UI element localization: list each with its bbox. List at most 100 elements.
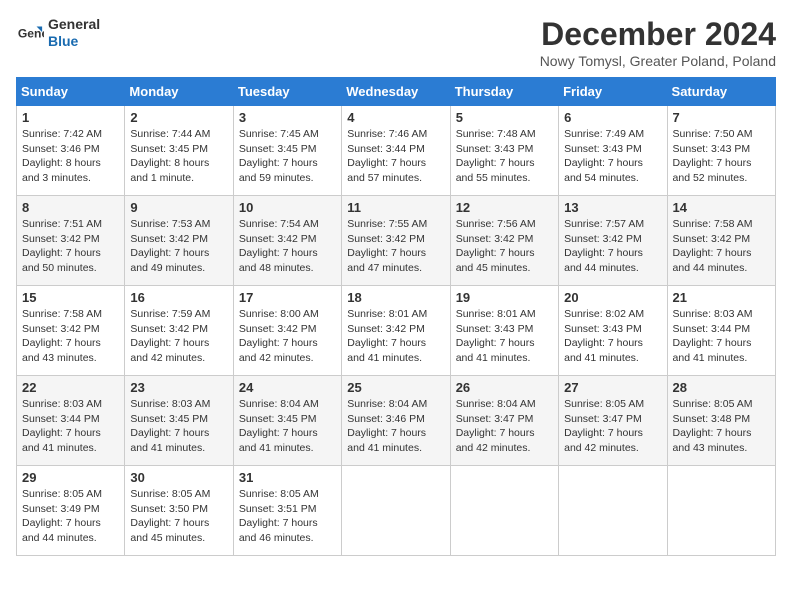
- day-info: Sunrise: 7:58 AMSunset: 3:42 PMDaylight:…: [673, 217, 770, 276]
- day-number: 24: [239, 380, 336, 395]
- calendar-cell: 18 Sunrise: 8:01 AMSunset: 3:42 PMDayligh…: [342, 286, 450, 376]
- day-number: 2: [130, 110, 227, 125]
- day-info: Sunrise: 7:56 AMSunset: 3:42 PMDaylight:…: [456, 217, 553, 276]
- calendar-cell: 8Sunrise: 7:51 AMSunset: 3:42 PMDaylight…: [17, 196, 125, 286]
- calendar-cell: 28Sunrise: 8:05 AMSunset: 3:48 PMDayligh…: [667, 376, 775, 466]
- day-number: 1: [22, 110, 119, 125]
- calendar-cell: 15Sunrise: 7:58 AMSunset: 3:42 PMDayligh…: [17, 286, 125, 376]
- page-header: General General Blue December 2024 Nowy …: [16, 16, 776, 69]
- day-info: Sunrise: 8:05 AMSunset: 3:50 PMDaylight:…: [130, 487, 227, 546]
- calendar-cell: 25 Sunrise: 8:04 AMSunset: 3:46 PMDayligh…: [342, 376, 450, 466]
- day-info: Sunrise: 8:05 AMSunset: 3:47 PMDaylight:…: [564, 397, 661, 456]
- day-number: 25: [347, 380, 444, 395]
- day-info: Sunrise: 7:49 AMSunset: 3:43 PMDaylight:…: [564, 127, 661, 186]
- calendar-cell: 21Sunrise: 8:03 AMSunset: 3:44 PMDayligh…: [667, 286, 775, 376]
- calendar-week-3: 15Sunrise: 7:58 AMSunset: 3:42 PMDayligh…: [17, 286, 776, 376]
- day-info: Sunrise: 7:50 AMSunset: 3:43 PMDaylight:…: [673, 127, 770, 186]
- day-info: Sunrise: 7:51 AMSunset: 3:42 PMDaylight:…: [22, 217, 119, 276]
- day-info: Sunrise: 8:03 AMSunset: 3:45 PMDaylight:…: [130, 397, 227, 456]
- calendar-cell: 1 Sunrise: 7:42 AMSunset: 3:46 PMDaylight…: [17, 106, 125, 196]
- calendar-header: SundayMondayTuesdayWednesdayThursdayFrid…: [17, 78, 776, 106]
- calendar-week-2: 8Sunrise: 7:51 AMSunset: 3:42 PMDaylight…: [17, 196, 776, 286]
- calendar-cell: [667, 466, 775, 556]
- calendar-cell: 17 Sunrise: 8:00 AMSunset: 3:42 PMDayligh…: [233, 286, 341, 376]
- calendar-cell: 26Sunrise: 8:04 AMSunset: 3:47 PMDayligh…: [450, 376, 558, 466]
- day-info: Sunrise: 7:58 AMSunset: 3:42 PMDaylight:…: [22, 307, 119, 366]
- day-info: Sunrise: 7:55 AMSunset: 3:42 PMDaylight:…: [347, 217, 444, 276]
- logo-text: General Blue: [48, 16, 100, 50]
- day-info: Sunrise: 8:01 AMSunset: 3:43 PMDaylight:…: [456, 307, 553, 366]
- day-info: Sunrise: 8:03 AMSunset: 3:44 PMDaylight:…: [22, 397, 119, 456]
- calendar-cell: 7 Sunrise: 7:50 AMSunset: 3:43 PMDaylight…: [667, 106, 775, 196]
- calendar-cell: 2Sunrise: 7:44 AMSunset: 3:45 PMDaylight…: [125, 106, 233, 196]
- day-number: 9: [130, 200, 227, 215]
- calendar-cell: 5Sunrise: 7:48 AMSunset: 3:43 PMDaylight…: [450, 106, 558, 196]
- day-number: 28: [673, 380, 770, 395]
- day-number: 11: [347, 200, 444, 215]
- calendar-cell: [559, 466, 667, 556]
- day-info: Sunrise: 8:05 AMSunset: 3:49 PMDaylight:…: [22, 487, 119, 546]
- calendar-cell: 3Sunrise: 7:45 AMSunset: 3:45 PMDaylight…: [233, 106, 341, 196]
- calendar-cell: 14 Sunrise: 7:58 AMSunset: 3:42 PMDayligh…: [667, 196, 775, 286]
- day-info: Sunrise: 8:01 AMSunset: 3:42 PMDaylight:…: [347, 307, 444, 366]
- title-block: December 2024 Nowy Tomysl, Greater Polan…: [540, 16, 776, 69]
- calendar-cell: 10 Sunrise: 7:54 AMSunset: 3:42 PMDayligh…: [233, 196, 341, 286]
- weekday-header-saturday: Saturday: [667, 78, 775, 106]
- day-number: 22: [22, 380, 119, 395]
- day-number: 7: [673, 110, 770, 125]
- calendar-cell: 23 Sunrise: 8:03 AMSunset: 3:45 PMDayligh…: [125, 376, 233, 466]
- day-number: 26: [456, 380, 553, 395]
- weekday-header-wednesday: Wednesday: [342, 78, 450, 106]
- day-number: 10: [239, 200, 336, 215]
- day-number: 18: [347, 290, 444, 305]
- day-info: Sunrise: 8:04 AMSunset: 3:45 PMDaylight:…: [239, 397, 336, 456]
- day-number: 14: [673, 200, 770, 215]
- calendar-cell: 27 Sunrise: 8:05 AMSunset: 3:47 PMDayligh…: [559, 376, 667, 466]
- calendar-week-5: 29 Sunrise: 8:05 AMSunset: 3:49 PMDayligh…: [17, 466, 776, 556]
- logo-line2: Blue: [48, 33, 100, 50]
- weekday-header-monday: Monday: [125, 78, 233, 106]
- day-number: 23: [130, 380, 227, 395]
- day-info: Sunrise: 7:45 AMSunset: 3:45 PMDaylight:…: [239, 127, 336, 186]
- weekday-header-tuesday: Tuesday: [233, 78, 341, 106]
- day-info: Sunrise: 7:57 AMSunset: 3:42 PMDaylight:…: [564, 217, 661, 276]
- calendar-cell: 6Sunrise: 7:49 AMSunset: 3:43 PMDaylight…: [559, 106, 667, 196]
- day-info: Sunrise: 7:54 AMSunset: 3:42 PMDaylight:…: [239, 217, 336, 276]
- logo: General General Blue: [16, 16, 100, 50]
- day-number: 4: [347, 110, 444, 125]
- day-number: 12: [456, 200, 553, 215]
- day-info: Sunrise: 7:42 AMSunset: 3:46 PMDaylight:…: [22, 127, 119, 186]
- calendar-cell: 12 Sunrise: 7:56 AMSunset: 3:42 PMDayligh…: [450, 196, 558, 286]
- day-number: 17: [239, 290, 336, 305]
- weekday-header-friday: Friday: [559, 78, 667, 106]
- calendar-cell: 13 Sunrise: 7:57 AMSunset: 3:42 PMDayligh…: [559, 196, 667, 286]
- calendar-week-4: 22 Sunrise: 8:03 AMSunset: 3:44 PMDayligh…: [17, 376, 776, 466]
- day-info: Sunrise: 7:53 AMSunset: 3:42 PMDaylight:…: [130, 217, 227, 276]
- day-info: Sunrise: 8:04 AMSunset: 3:46 PMDaylight:…: [347, 397, 444, 456]
- day-number: 29: [22, 470, 119, 485]
- logo-line1: General: [48, 16, 100, 33]
- day-number: 19: [456, 290, 553, 305]
- logo-icon: General: [16, 19, 44, 47]
- calendar-cell: [450, 466, 558, 556]
- calendar-cell: 22 Sunrise: 8:03 AMSunset: 3:44 PMDayligh…: [17, 376, 125, 466]
- day-info: Sunrise: 8:02 AMSunset: 3:43 PMDaylight:…: [564, 307, 661, 366]
- calendar-cell: 31Sunrise: 8:05 AMSunset: 3:51 PMDayligh…: [233, 466, 341, 556]
- day-info: Sunrise: 7:46 AMSunset: 3:44 PMDaylight:…: [347, 127, 444, 186]
- calendar-week-1: 1 Sunrise: 7:42 AMSunset: 3:46 PMDaylight…: [17, 106, 776, 196]
- calendar-cell: 16Sunrise: 7:59 AMSunset: 3:42 PMDayligh…: [125, 286, 233, 376]
- day-number: 27: [564, 380, 661, 395]
- calendar-subtitle: Nowy Tomysl, Greater Poland, Poland: [540, 53, 776, 69]
- day-info: Sunrise: 8:00 AMSunset: 3:42 PMDaylight:…: [239, 307, 336, 366]
- calendar-cell: [342, 466, 450, 556]
- calendar-cell: 24 Sunrise: 8:04 AMSunset: 3:45 PMDayligh…: [233, 376, 341, 466]
- day-number: 20: [564, 290, 661, 305]
- calendar-cell: 9 Sunrise: 7:53 AMSunset: 3:42 PMDaylight…: [125, 196, 233, 286]
- day-number: 13: [564, 200, 661, 215]
- calendar-cell: 11 Sunrise: 7:55 AMSunset: 3:42 PMDayligh…: [342, 196, 450, 286]
- day-info: Sunrise: 7:59 AMSunset: 3:42 PMDaylight:…: [130, 307, 227, 366]
- day-number: 5: [456, 110, 553, 125]
- weekday-header-sunday: Sunday: [17, 78, 125, 106]
- day-info: Sunrise: 8:03 AMSunset: 3:44 PMDaylight:…: [673, 307, 770, 366]
- calendar-cell: 30Sunrise: 8:05 AMSunset: 3:50 PMDayligh…: [125, 466, 233, 556]
